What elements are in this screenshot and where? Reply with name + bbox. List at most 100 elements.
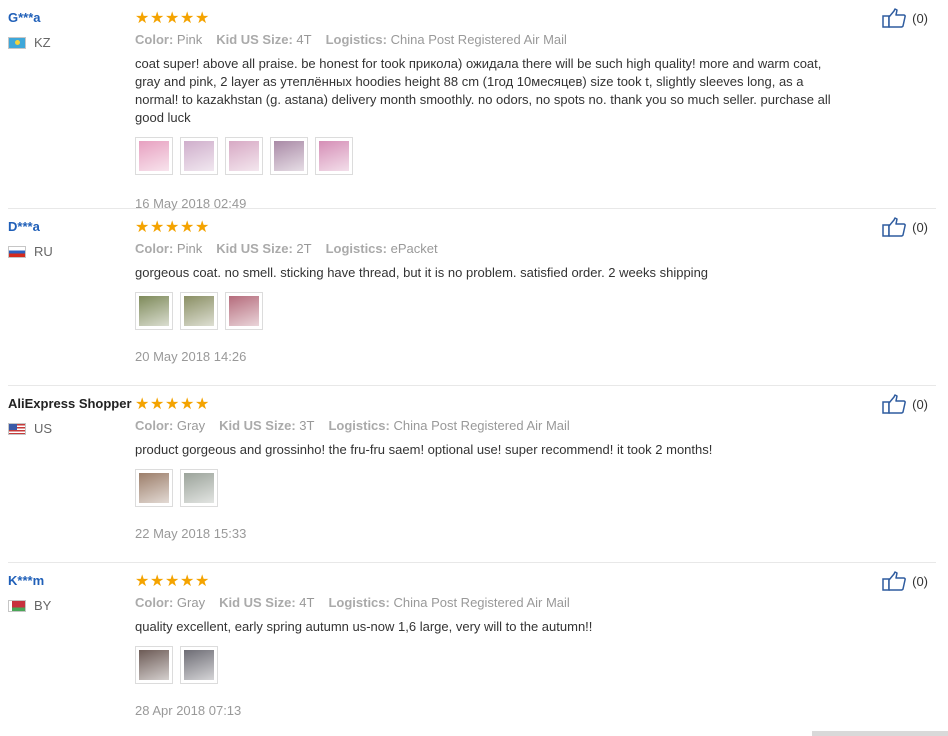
- attr-size-label: Kid US Size:: [219, 418, 296, 433]
- review-item: D***a RU ★ ★ ★ ★ ★ Color: Pink Kid US Size: 2T Lo…: [8, 209, 936, 386]
- reviewer: G***a KZ: [8, 9, 132, 50]
- review-text: coat super! above all praise. be honest …: [135, 56, 831, 125]
- photo-image: [139, 296, 169, 326]
- photo-image: [319, 141, 349, 171]
- thumbs-up-icon: [882, 394, 906, 414]
- helpful-button[interactable]: (0): [882, 8, 928, 28]
- review-photo-thumbnail[interactable]: [270, 137, 308, 175]
- star-icon: ★: [180, 396, 195, 413]
- country-flag-icon: [8, 422, 26, 435]
- country-flag-icon: [8, 36, 26, 49]
- star-icon: ★: [180, 10, 195, 27]
- review-photo-thumbnail[interactable]: [180, 137, 218, 175]
- photo-image: [229, 141, 259, 171]
- reviewer-name[interactable]: D***a: [8, 218, 132, 236]
- review-photo-thumbnail[interactable]: [180, 646, 218, 684]
- helpful-button[interactable]: (0): [882, 217, 928, 237]
- star-rating: ★ ★ ★ ★ ★: [135, 219, 835, 236]
- review-date: 28 Apr 2018 07:13: [135, 703, 242, 718]
- order-attributes: Color: Gray Kid US Size: 3T Logistics: Chi…: [135, 418, 835, 433]
- attr-size-label: Kid US Size:: [216, 32, 293, 47]
- review-content: ★ ★ ★ ★ ★ Color: Gray Kid US Size: 4T Logistics…: [135, 573, 835, 718]
- order-attributes: Color: Gray Kid US Size: 4T Logistics: Chi…: [135, 595, 835, 610]
- photo-image: [139, 473, 169, 503]
- review-photo-thumbnail[interactable]: [135, 646, 173, 684]
- photo-image: [139, 141, 169, 171]
- country-flag-icon: [8, 599, 26, 612]
- star-icon: ★: [165, 396, 180, 413]
- helpful-count: (0): [912, 10, 928, 26]
- review-item: AliExpress Shopper US ★ ★ ★ ★ ★ Color: Gray Kid …: [8, 386, 936, 563]
- reviewer: K***m BY: [8, 572, 132, 613]
- review-photo-thumbnail[interactable]: [315, 137, 353, 175]
- star-icon: ★: [135, 219, 150, 236]
- reviewer-country: US: [8, 421, 132, 436]
- helpful-count: (0): [912, 219, 928, 235]
- review-photo-thumbnail[interactable]: [225, 137, 263, 175]
- reviewer-country: KZ: [8, 35, 132, 50]
- reviewer-name[interactable]: G***a: [8, 9, 132, 27]
- helpful-button[interactable]: (0): [882, 571, 928, 591]
- attr-logistics-label: Logistics:: [325, 32, 387, 47]
- review-photo-thumbnail[interactable]: [225, 292, 263, 330]
- country-flag-icon: [8, 245, 26, 258]
- attr-size-value: 4T: [296, 32, 312, 47]
- country-code: US: [34, 421, 53, 436]
- review-content: ★ ★ ★ ★ ★ Color: Gray Kid US Size: 3T Logistics…: [135, 396, 835, 541]
- scrollbar-fragment[interactable]: [812, 731, 948, 736]
- helpful-button[interactable]: (0): [882, 394, 928, 414]
- attr-logistics-value: China Post Registered Air Mail: [393, 418, 570, 433]
- attr-color-label: Color:: [135, 418, 174, 433]
- star-icon: ★: [135, 10, 150, 27]
- review-photo-thumbnail[interactable]: [180, 469, 218, 507]
- review-photo-thumbnail[interactable]: [135, 292, 173, 330]
- star-icon: ★: [165, 219, 180, 236]
- review-photo-thumbnail[interactable]: [135, 469, 173, 507]
- photo-image: [184, 296, 214, 326]
- star-icon: ★: [195, 10, 210, 27]
- review-date: 20 May 2018 14:26: [135, 349, 247, 364]
- thumbs-up-icon: [882, 8, 906, 28]
- attr-size-value: 4T: [299, 595, 315, 610]
- reviewer: AliExpress Shopper US: [8, 395, 132, 436]
- star-icon: ★: [195, 396, 210, 413]
- attr-color-value: Pink: [176, 32, 203, 47]
- review-text: gorgeous coat. no smell. sticking have t…: [135, 265, 709, 280]
- photo-image: [184, 473, 214, 503]
- reviewer-name[interactable]: K***m: [8, 572, 132, 590]
- review-item: G***a KZ ★ ★ ★ ★ ★ Color: Pink Kid US Size: 4T Lo…: [8, 0, 936, 211]
- thumbs-up-icon: [882, 217, 906, 237]
- star-icon: ★: [135, 573, 150, 590]
- reviewer-name: AliExpress Shopper: [8, 396, 132, 411]
- review-photos: [135, 137, 835, 175]
- reviewer-country: BY: [8, 598, 132, 613]
- attr-size-label: Kid US Size:: [216, 241, 293, 256]
- review-content: ★ ★ ★ ★ ★ Color: Pink Kid US Size: 2T Logistics…: [135, 219, 835, 364]
- attr-size-value: 2T: [296, 241, 312, 256]
- photo-image: [184, 650, 214, 680]
- attr-logistics-label: Logistics:: [328, 418, 390, 433]
- country-code: BY: [34, 598, 52, 613]
- attr-color-value: Gray: [176, 418, 206, 433]
- star-icon: ★: [150, 396, 165, 413]
- review-photo-thumbnail[interactable]: [135, 137, 173, 175]
- review-photo-thumbnail[interactable]: [180, 292, 218, 330]
- review-item: K***m BY ★ ★ ★ ★ ★ Color: Gray Kid US Size: 4T Lo…: [8, 563, 936, 736]
- reviewer-country: RU: [8, 244, 132, 259]
- attr-color-label: Color:: [135, 241, 174, 256]
- attr-logistics-value: China Post Registered Air Mail: [390, 32, 567, 47]
- star-icon: ★: [150, 573, 165, 590]
- photo-image: [139, 650, 169, 680]
- star-icon: ★: [180, 219, 195, 236]
- star-rating: ★ ★ ★ ★ ★: [135, 10, 835, 27]
- star-icon: ★: [195, 219, 210, 236]
- country-code: RU: [34, 244, 53, 259]
- review-content: ★ ★ ★ ★ ★ Color: Pink Kid US Size: 4T Logistics…: [135, 10, 835, 211]
- star-icon: ★: [165, 573, 180, 590]
- country-code: KZ: [34, 35, 51, 50]
- photo-image: [229, 296, 259, 326]
- attr-logistics-label: Logistics:: [328, 595, 390, 610]
- attr-logistics-value: China Post Registered Air Mail: [393, 595, 570, 610]
- attr-size-value: 3T: [299, 418, 315, 433]
- review-photos: [135, 469, 835, 507]
